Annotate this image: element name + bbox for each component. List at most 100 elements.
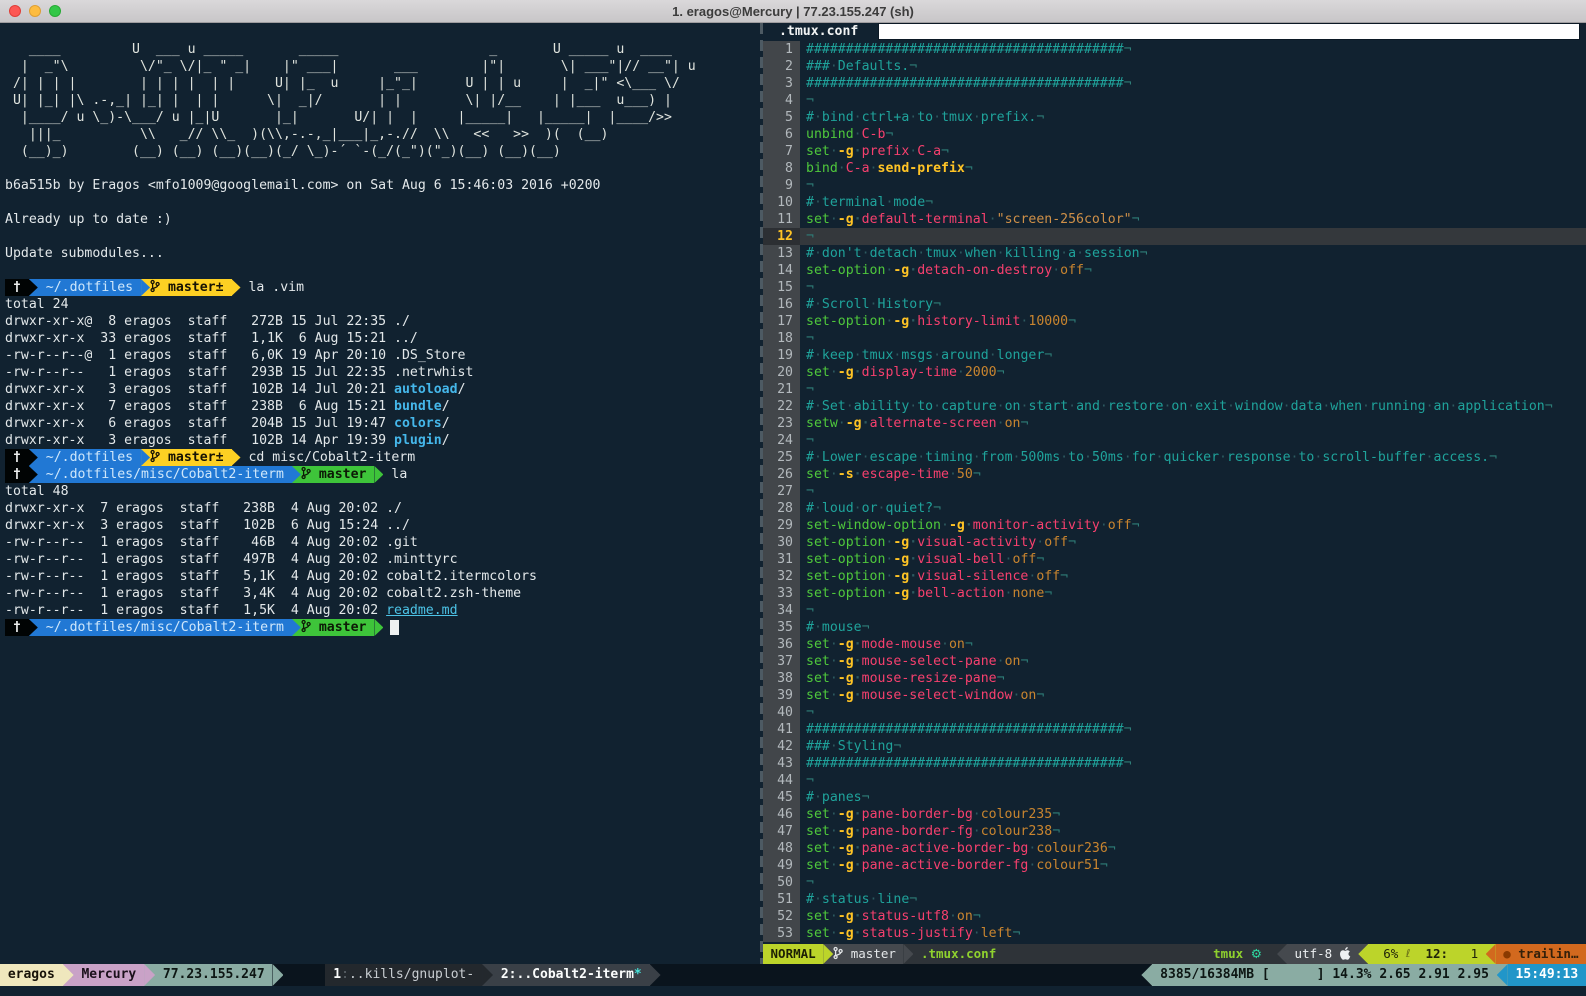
readme-link[interactable]: readme.md — [386, 603, 457, 618]
close-button[interactable] — [9, 5, 21, 17]
text-segment: set· — [806, 926, 838, 941]
vim-buffer[interactable]: 1#######################################… — [763, 41, 1586, 964]
text-segment: C-b — [862, 127, 886, 142]
prompt-branch: master — [311, 619, 375, 636]
text-segment: ¬ — [862, 790, 870, 805]
prompt-branch: master± — [160, 449, 231, 466]
vim-line-26: 26set·-s·escape-time·50¬ — [763, 466, 1586, 483]
vim-line-18: 18¬ — [763, 330, 1586, 347]
text-segment: ¬ — [1132, 212, 1140, 227]
prompt-path: ~/.dotfiles — [38, 279, 141, 296]
text-segment: ¬ — [806, 603, 814, 618]
space-dot: · — [814, 620, 822, 635]
space-dot: · — [830, 365, 838, 380]
text-segment: mouse-resize-pane — [862, 671, 997, 686]
text-segment: ¬ — [806, 178, 814, 193]
space-dot: · — [1068, 399, 1076, 414]
terminal-line — [5, 262, 760, 279]
space-dot: · — [862, 416, 870, 431]
space-dot: · — [941, 637, 949, 652]
text-segment: on — [1005, 654, 1021, 669]
text-segment: -g· — [838, 144, 862, 159]
powerline-arrow — [1497, 964, 1508, 986]
line-number: 3 — [763, 75, 800, 92]
text-segment: -g· — [846, 416, 870, 431]
vim-pane[interactable]: .tmux.conf 1############################… — [763, 23, 1586, 964]
text-segment: set· — [806, 467, 838, 482]
space-dot: · — [1426, 399, 1434, 414]
text-segment: ¬ — [925, 195, 933, 210]
text-segment: | _"\ \/"_ \/|_ " _| |" ___| ___ |"| \| … — [5, 59, 696, 74]
text-segment: ¬ — [806, 773, 814, 788]
vim-text: set·-g·mouse-select-window·on¬ — [800, 687, 1044, 704]
window-1[interactable]: : — [341, 964, 349, 986]
text-segment: -g· — [893, 535, 917, 550]
space-dot: · — [838, 416, 846, 431]
text-segment: -rw-r--r-- 1 eragos staff 1,5K 4 Aug 20:… — [5, 603, 386, 618]
text-segment: set· — [806, 858, 838, 873]
text-segment: ¬ — [933, 297, 941, 312]
text-segment: set-option· — [806, 535, 893, 550]
minimize-button[interactable] — [29, 5, 41, 17]
vim-tab[interactable]: .tmux.conf — [763, 23, 876, 41]
vim-text: set·-g·mode-mouse·on¬ — [800, 636, 973, 653]
vim-text: ########################################… — [800, 755, 1132, 772]
text-segment: drwxr-xr-x 3 eragos staff 102B 6 Aug 15:… — [5, 518, 410, 533]
prompt-branch: master± — [160, 279, 231, 296]
powerline-arrow — [292, 619, 301, 636]
vim-line-27: 27¬ — [763, 483, 1586, 500]
shell-pane[interactable]: ____ U ___ u _____ _____ _ U _____ u ___… — [0, 23, 760, 964]
line-number: 16 — [763, 296, 800, 313]
text-segment: ¬ — [909, 892, 917, 907]
space-dot: · — [1227, 399, 1235, 414]
space-dot: · — [957, 365, 965, 380]
vim-line-6: 6unbind·C-b¬ — [763, 126, 1586, 143]
text-segment: ¬ — [1052, 807, 1060, 822]
vim-text: ¬ — [800, 177, 814, 194]
text-segment: set-option· — [806, 586, 893, 601]
ls-row: -rw-r--r-- 1 eragos staff 293B 15 Jul 22… — [5, 364, 760, 381]
vim-line-22: 22#·Set·ability·to·capture·on·start·and·… — [763, 398, 1586, 415]
git-branch-icon — [150, 449, 160, 466]
space-dot: · — [830, 841, 838, 856]
space-dot: · — [830, 739, 838, 754]
window-2-active[interactable]: 2:..Cobalt2-iterm — [493, 964, 634, 986]
space-dot: · — [854, 365, 862, 380]
vim-mode-indicator: NORMAL — [763, 944, 823, 964]
line-number: 52 — [763, 908, 800, 925]
window-1[interactable]: 1 — [325, 964, 341, 986]
text-segment: ¬ — [1124, 76, 1132, 91]
text-segment: 10000 — [1028, 314, 1068, 329]
ls-total: total 48 — [5, 483, 760, 500]
text-segment: ¬ — [1013, 926, 1021, 941]
powerline-arrow — [232, 449, 241, 466]
space-dot: · — [1124, 450, 1132, 465]
zoom-button[interactable] — [49, 5, 61, 17]
text-segment: Already up to date :) — [5, 212, 172, 227]
line-number: 23 — [763, 415, 800, 432]
text-segment: ¬ — [933, 501, 941, 516]
space-dot: · — [997, 654, 1005, 669]
line-number: 27 — [763, 483, 800, 500]
vim-line-24: 24¬ — [763, 432, 1586, 449]
space-dot: · — [814, 297, 822, 312]
vim-line-3: 3#######################################… — [763, 75, 1586, 92]
vim-text: set·-g·prefix·C-a¬ — [800, 143, 949, 160]
space-dot: · — [909, 144, 917, 159]
clock: 15:49:13 — [1508, 964, 1586, 986]
text-segment: none — [1013, 586, 1045, 601]
space-dot: · — [1100, 399, 1108, 414]
window-1-name[interactable]: ..kills/gnuplot- — [349, 964, 482, 986]
dir-name: colors — [394, 416, 442, 431]
space-dot: · — [989, 212, 997, 227]
space-dot: · — [1005, 552, 1013, 567]
text-segment: drwxr-xr-x 7 eragos staff 238B 6 Aug 15:… — [5, 399, 394, 414]
text-segment: set-window-option· — [806, 518, 949, 533]
active-window-marker: * — [634, 964, 642, 986]
text-segment: mouse-select-pane· — [862, 654, 1005, 669]
line-number: 30 — [763, 534, 800, 551]
line-number: 40 — [763, 704, 800, 721]
text-segment: ¬ — [1545, 399, 1553, 414]
prompt-line: † ~/.dotfiles/misc/Cobalt2-iterm master — [5, 619, 760, 636]
text-segment: ¬ — [893, 739, 901, 754]
